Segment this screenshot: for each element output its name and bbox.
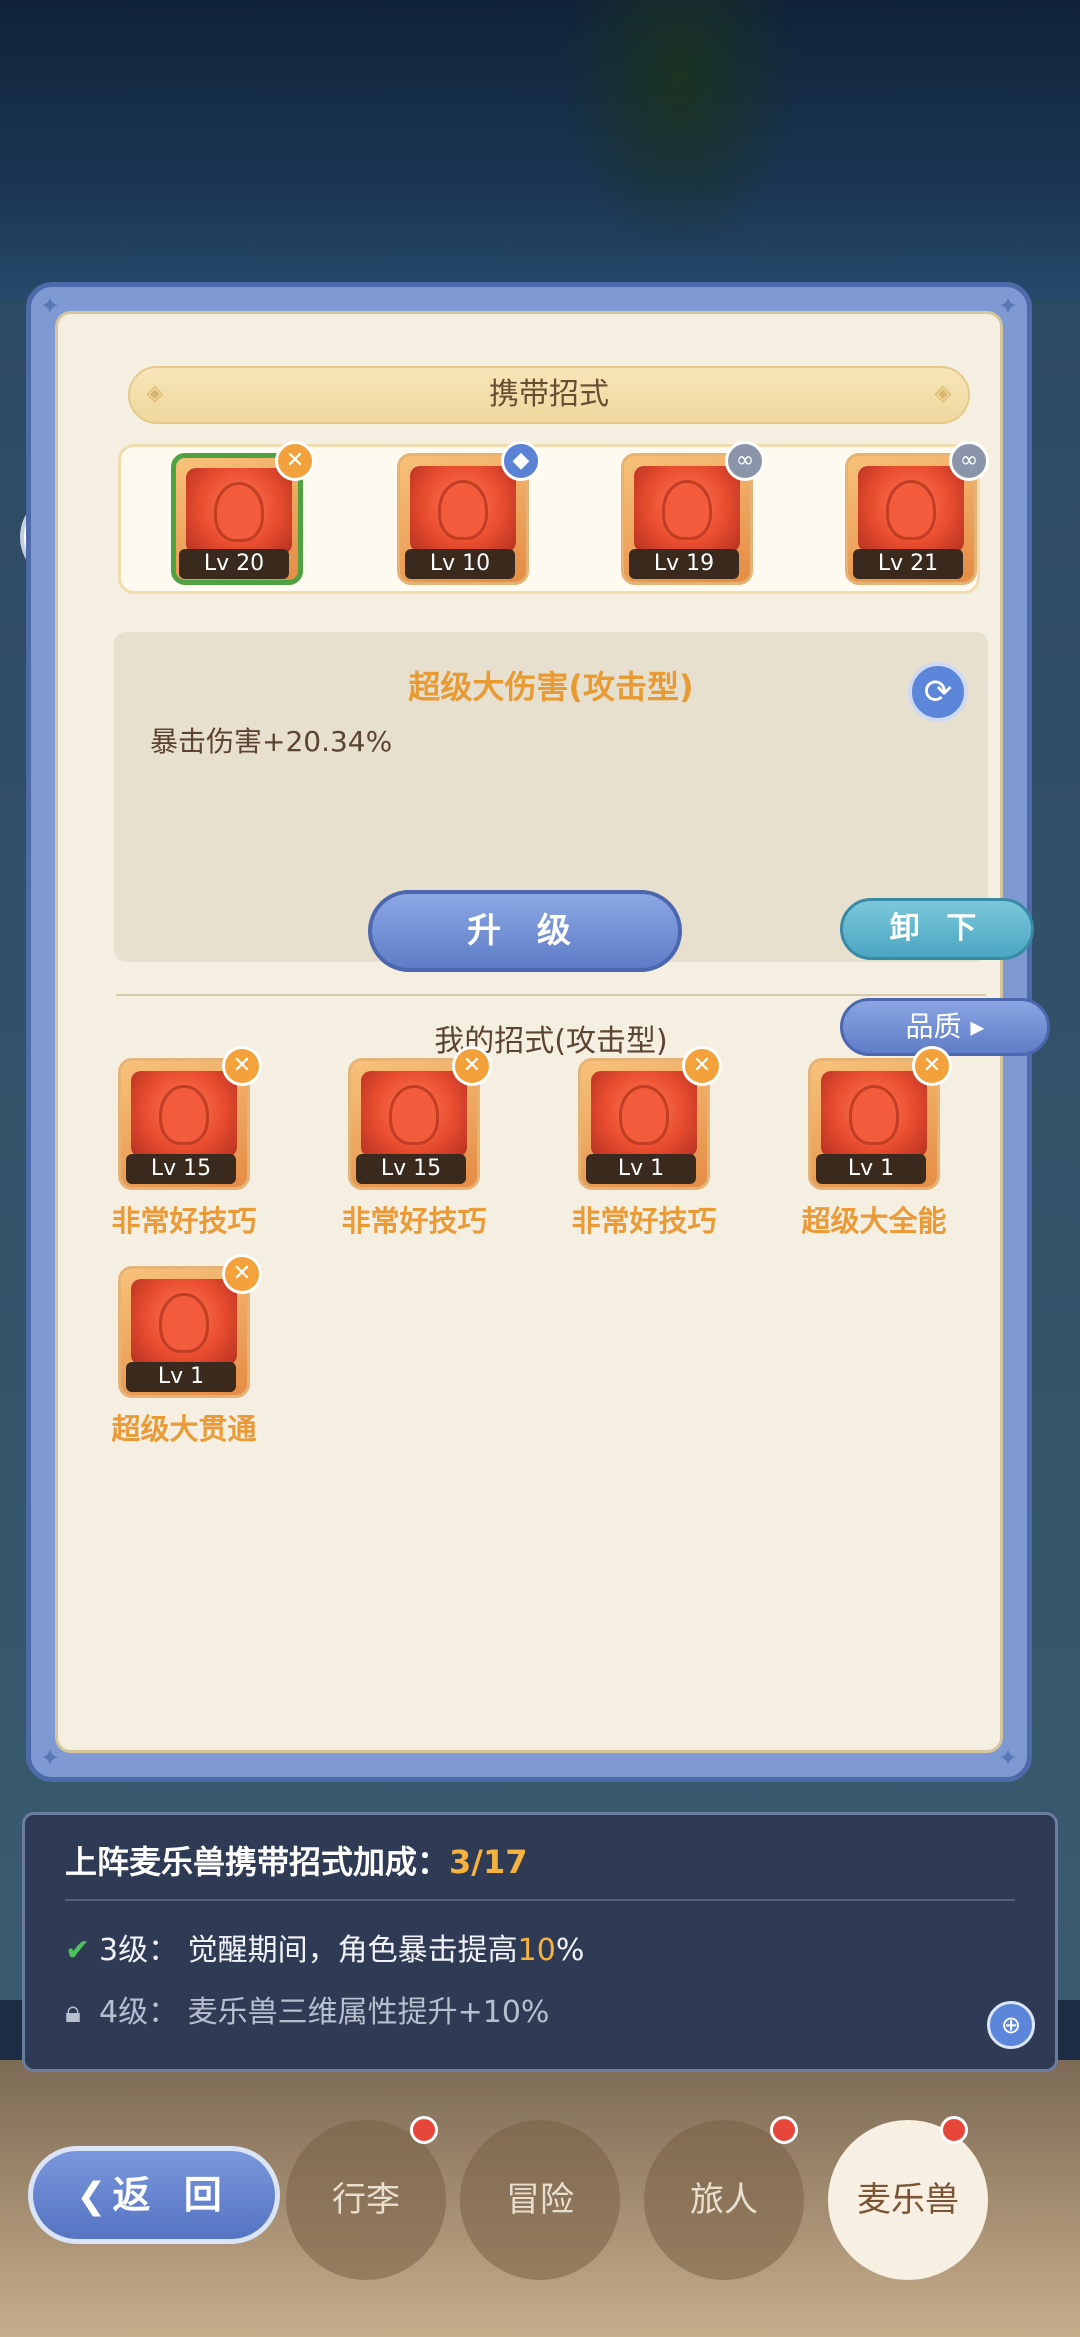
skill-art	[591, 1071, 697, 1157]
skill-art	[634, 466, 740, 552]
nav-luggage-label: 行李	[332, 2180, 400, 2220]
diamond-icon: ◈	[146, 381, 164, 406]
skill-level: Lv 10	[405, 549, 515, 579]
back-arrow-icon: ❮	[76, 2176, 107, 2217]
check-icon: ✔	[65, 1933, 91, 1968]
background-palm	[560, 0, 800, 260]
skill-level: Lv 21	[853, 549, 963, 579]
nav-luggage[interactable]: 行李	[286, 2120, 446, 2280]
my-skill-3[interactable]: Lv 1 ✕ 非常好技巧	[544, 1046, 744, 1238]
nav-traveler-label: 旅人	[690, 2180, 758, 2220]
panel-title: 携带招式	[489, 377, 609, 412]
bonus-line1-unit: %	[555, 1933, 585, 1968]
back-button[interactable]: ❮ 返 回	[28, 2146, 280, 2244]
equipped-skill-4[interactable]: Lv 21 ∞	[845, 441, 989, 585]
equipped-skills-row: Lv 20 ✕ Lv 10 ◆ Lv 19 ∞ Lv 21 ∞	[118, 441, 989, 594]
skill-level: Lv 15	[356, 1154, 466, 1184]
bonus-level-4: 🔒︎ 4级： 麦乐兽三维属性提升+10%	[65, 1987, 549, 2031]
skill-level: Lv 19	[629, 549, 739, 579]
diamond-icon: ◈	[934, 381, 952, 406]
my-skill-5[interactable]: Lv 1 ✕ 超级大贯通	[84, 1254, 284, 1446]
bonus-line1-text: 3级： 觉醒期间，角色暴击提高	[99, 1933, 518, 1968]
link-icon: ∞	[725, 441, 765, 481]
skill-level: Lv 20	[179, 549, 289, 579]
skill-panel: ◈ 携带招式 ◈ Lv 20 ✕ Lv 10 ◆ Lv 19 ∞ Lv 21 ∞…	[26, 282, 1050, 1782]
bonus-divider	[65, 1899, 1015, 1901]
corner-ornament-icon: ✦	[997, 292, 1019, 320]
skill-art	[131, 1279, 237, 1365]
skill-name: 超级大贯通	[111, 1412, 257, 1446]
notification-dot	[940, 2116, 968, 2144]
corner-ornament-icon: ✦	[39, 1744, 61, 1772]
skill-card: Lv 1 ✕	[578, 1046, 722, 1190]
skill-level: Lv 1	[126, 1362, 236, 1392]
sword-cross-icon: ✕	[222, 1046, 262, 1086]
back-label: 返 回	[112, 2173, 232, 2217]
equipped-skill-1[interactable]: Lv 20 ✕	[171, 441, 315, 585]
notification-dot	[770, 2116, 798, 2144]
refresh-icon[interactable]: ⟳	[908, 662, 968, 722]
bonus-line1-value: 10	[517, 1933, 556, 1968]
skill-level: Lv 1	[816, 1154, 926, 1184]
nav-adventure-label: 冒险	[506, 2180, 574, 2220]
bonus-panel: 上阵麦乐兽携带招式加成：3/17 ✔ 3级： 觉醒期间，角色暴击提高10% 🔒︎ 4…	[22, 1812, 1058, 2072]
skill-art	[186, 468, 292, 554]
unequip-button[interactable]: 卸 下	[840, 898, 1034, 960]
skill-art	[131, 1071, 237, 1157]
sword-cross-icon: ✕	[682, 1046, 722, 1086]
skill-name: 非常好技巧	[571, 1204, 717, 1238]
corner-ornament-icon: ✦	[39, 292, 61, 320]
nav-pet[interactable]: 麦乐兽	[828, 2120, 988, 2280]
equipped-skill-2[interactable]: Lv 10 ◆	[397, 441, 541, 585]
skill-level: Lv 1	[586, 1154, 696, 1184]
nav-traveler[interactable]: 旅人	[644, 2120, 804, 2280]
corner-ornament-icon: ✦	[997, 1744, 1019, 1772]
my-skill-4[interactable]: Lv 1 ✕ 超级大全能	[774, 1046, 974, 1238]
bonus-level-3: ✔ 3级： 觉醒期间，角色暴击提高10%	[65, 1925, 584, 1969]
skill-name: 超级大全能	[801, 1204, 947, 1238]
bonus-label: 上阵麦乐兽携带招式加成：	[65, 1843, 450, 1881]
zoom-icon[interactable]: ⊕	[987, 2001, 1035, 2049]
my-skill-2[interactable]: Lv 15 ✕ 非常好技巧	[314, 1046, 514, 1238]
sword-cross-icon: ✕	[912, 1046, 952, 1086]
skill-name: 非常好技巧	[111, 1204, 257, 1238]
quality-filter-button[interactable]: 品质 ▸	[840, 998, 1050, 1056]
background-sky	[0, 0, 1080, 300]
panel-title-bar: ◈ 携带招式 ◈	[128, 366, 970, 424]
selected-skill-effect: 暴击伤害+20.34%	[150, 725, 393, 758]
bonus-line2-text: 4级： 麦乐兽三维属性提升+10%	[99, 1995, 550, 2030]
equipped-skill-3[interactable]: Lv 19 ∞	[621, 441, 765, 585]
skill-name: 非常好技巧	[341, 1204, 487, 1238]
selected-skill-name: 超级大伤害(攻击型)	[408, 668, 694, 706]
bonus-header: 上阵麦乐兽携带招式加成：3/17	[65, 1837, 528, 1883]
link-icon: ∞	[949, 441, 989, 481]
nav-adventure[interactable]: 冒险	[460, 2120, 620, 2280]
skill-card: Lv 15 ✕	[118, 1046, 262, 1190]
section-divider	[116, 994, 986, 996]
my-skill-1[interactable]: Lv 15 ✕ 非常好技巧	[84, 1046, 284, 1238]
lock-icon: 🔒︎	[65, 1995, 81, 2030]
bonus-progress: 3/17	[449, 1843, 528, 1881]
skill-card: Lv 1 ✕	[808, 1046, 952, 1190]
sword-cross-icon: ✕	[452, 1046, 492, 1086]
skill-art	[410, 466, 516, 552]
notification-dot	[410, 2116, 438, 2144]
skill-level: Lv 15	[126, 1154, 236, 1184]
upgrade-button[interactable]: 升 级	[368, 890, 682, 972]
skill-card: Lv 1 ✕	[118, 1254, 262, 1398]
skill-art	[858, 466, 964, 552]
skill-art	[821, 1071, 927, 1157]
skill-art	[361, 1071, 467, 1157]
skill-panel-body: ◈ 携带招式 ◈ Lv 20 ✕ Lv 10 ◆ Lv 19 ∞ Lv 21 ∞…	[55, 311, 1050, 1753]
nav-pet-label: 麦乐兽	[857, 2180, 959, 2220]
sword-cross-icon: ✕	[275, 441, 315, 481]
skill-card: Lv 15 ✕	[348, 1046, 492, 1190]
sword-cross-icon: ✕	[222, 1254, 262, 1294]
shield-icon: ◆	[501, 441, 541, 481]
